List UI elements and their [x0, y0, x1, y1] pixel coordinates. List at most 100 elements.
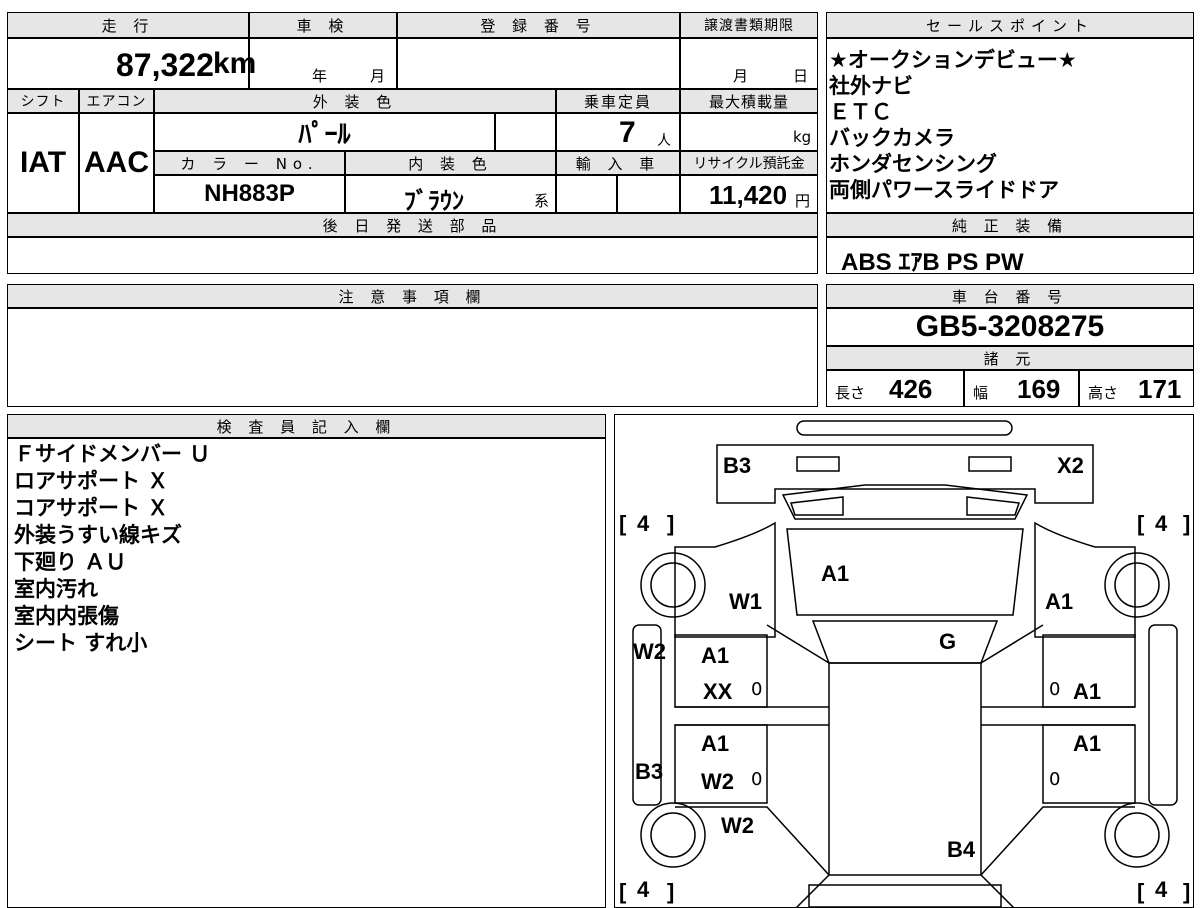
- svg-text:]: ]: [667, 511, 674, 536]
- sales-point-item: 両側パワースライドドア: [829, 178, 1059, 202]
- registration-cell: [397, 38, 680, 89]
- specs-length-label: 長さ: [835, 384, 866, 402]
- inspector-line: シート すれ小: [14, 631, 148, 655]
- inspector-header: 検 査 員 記 入 欄: [7, 414, 606, 438]
- specs-width-value: 169: [1017, 374, 1061, 404]
- svg-text:]: ]: [1183, 511, 1190, 536]
- registration-header: 登 録 番 号: [397, 12, 680, 38]
- max-load-unit: kg: [793, 128, 812, 146]
- later-parts-header: 後 日 発 送 部 品: [7, 213, 818, 237]
- standard-equipment-cell: ABS ｴｱB PS PW: [826, 237, 1194, 276]
- damage-mark-door-rl-2: W2: [701, 769, 734, 794]
- mileage-value: 87,322: [116, 47, 214, 83]
- chassis-header: 車 台 番 号: [826, 284, 1194, 308]
- notes-header: 注 意 事 項 欄: [7, 284, 818, 308]
- inspector-line: 下廻り ＡＵ: [14, 550, 127, 574]
- exterior-color-value: ﾊﾟｰﾙ: [298, 118, 351, 149]
- interior-color-header: 内 装 色: [345, 151, 556, 175]
- recycle-header: リサイクル預託金: [680, 151, 818, 175]
- zero-mark: 0: [751, 769, 763, 790]
- svg-text:]: ]: [1183, 879, 1190, 904]
- svg-text:[: [: [619, 511, 627, 536]
- interior-color-cell: ﾌﾞﾗｳﾝ 系: [345, 175, 556, 215]
- capacity-value: 7: [619, 116, 636, 149]
- max-load-header: 最大積載量: [680, 89, 818, 113]
- svg-text:[: [: [1137, 879, 1145, 904]
- exterior-color-header: 外 装 色: [154, 89, 556, 113]
- sales-point-item: 社外ナビ: [829, 74, 913, 98]
- ac-cell: AAC: [79, 113, 154, 213]
- capacity-header: 乗車定員: [556, 89, 680, 113]
- damage-mark-quarter-left: W2: [721, 813, 754, 838]
- inspection-cell: 年 月: [249, 38, 397, 89]
- mileage-header: 走 行: [7, 12, 249, 38]
- transfer-deadline-header: 譲渡書類期限: [680, 12, 818, 38]
- recycle-value: 11,420: [709, 180, 788, 210]
- ac-header: エアコン: [79, 89, 154, 113]
- color-no-cell: NH883P: [154, 175, 345, 213]
- sales-point-item: ホンダセンシング: [829, 152, 997, 176]
- standard-equipment-value: ABS ｴｱB PS PW: [841, 249, 1024, 276]
- zero-mark: 0: [751, 679, 763, 700]
- inspector-line: コアサポート Ｘ: [14, 496, 169, 520]
- specs-width-label: 幅: [973, 384, 989, 402]
- max-load-cell: kg: [680, 113, 818, 151]
- transfer-day: 日: [793, 67, 809, 85]
- zero-mark: 0: [1049, 769, 1061, 790]
- later-parts-cell: [7, 237, 818, 274]
- shift-value: IAT: [19, 146, 67, 179]
- tire-depth-rear-right: 4: [1155, 877, 1168, 902]
- recycle-unit: 円: [795, 192, 811, 210]
- damage-mark-door-fl-1: A1: [701, 643, 730, 668]
- color-no-header: カ ラ ー No.: [154, 151, 345, 175]
- specs-length-cell: 長さ 426: [826, 370, 964, 407]
- zero-mark: 0: [1049, 679, 1061, 700]
- damage-mark-front-left: B3: [723, 453, 752, 478]
- damage-mark-rocker-left: B3: [635, 759, 664, 784]
- recycle-cell: 11,420 円: [680, 175, 818, 213]
- specs-length-value: 426: [889, 374, 933, 404]
- damage-mark-front-right: X2: [1057, 453, 1084, 478]
- interior-color-value: ﾌﾞﾗｳﾝ: [404, 188, 464, 215]
- damage-mark-rear: B4: [947, 837, 976, 862]
- capacity-unit: 人: [657, 133, 671, 149]
- inspection-header: 車 検: [249, 12, 397, 38]
- capacity-cell: 7 人: [556, 113, 680, 151]
- sales-point-item: バックカメラ: [829, 126, 955, 150]
- damage-mark-door-fr: A1: [1073, 679, 1102, 704]
- transfer-month: 月: [733, 67, 749, 85]
- interior-color-suffix: 系: [534, 192, 550, 210]
- svg-text:]: ]: [667, 879, 674, 904]
- import-cell-a: [556, 175, 617, 213]
- shift-cell: IAT: [7, 113, 79, 213]
- specs-height-label: 高さ: [1088, 384, 1119, 402]
- chassis-value: GB5-3208275: [915, 310, 1105, 343]
- tire-depth-front-right: 4: [1155, 511, 1168, 536]
- inspector-line: ロアサポート Ｘ: [14, 469, 169, 493]
- exterior-color-cell: ﾊﾟｰﾙ: [154, 113, 495, 151]
- svg-text:[: [: [1137, 511, 1145, 536]
- inspector-line: Ｆサイドメンバー Ｕ: [14, 442, 211, 466]
- sales-points-header: セールスポイント: [826, 12, 1194, 38]
- inspector-line: 外装うすい線キズ: [14, 523, 182, 547]
- inspector-line: 室内汚れ: [14, 577, 98, 601]
- damage-mark-door-fl-2: XX: [703, 679, 733, 704]
- specs-width-cell: 幅 169: [964, 370, 1079, 407]
- tire-depth-front-left: 4: [637, 511, 650, 536]
- inspection-month: 月: [370, 67, 386, 85]
- inspector-cell: Ｆサイドメンバー Ｕ ロアサポート Ｘ コアサポート Ｘ 外装うすい線キズ 下廻…: [7, 438, 606, 908]
- damage-mark-door-rr: A1: [1073, 731, 1102, 756]
- shift-header: シフト: [7, 89, 79, 113]
- inspector-line: 室内内張傷: [14, 604, 119, 628]
- exterior-color-extra: [495, 113, 556, 151]
- transfer-cell: 月 日: [680, 38, 818, 89]
- tire-depth-rear-left: 4: [637, 877, 650, 902]
- damage-mark-fender-left: W1: [729, 589, 762, 614]
- notes-cell: [7, 308, 818, 407]
- sales-point-item: ＥＴＣ: [829, 100, 892, 124]
- specs-header: 諸 元: [826, 346, 1194, 370]
- import-cell-b: [617, 175, 680, 213]
- sales-point-item: ★オークションデビュー★: [829, 48, 1077, 72]
- inspection-year: 年: [312, 67, 328, 85]
- damage-mark-roof: G: [939, 629, 957, 654]
